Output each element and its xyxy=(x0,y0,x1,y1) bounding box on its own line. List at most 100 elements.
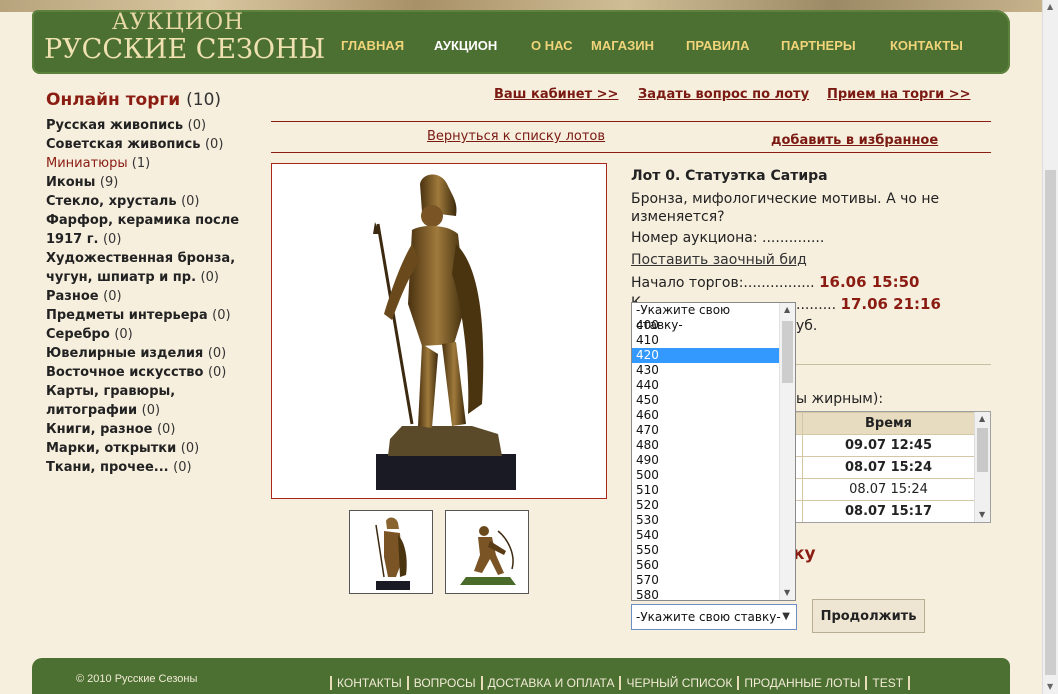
nav-rules[interactable]: ПРАВИЛА xyxy=(686,38,750,53)
sidebar-category-item[interactable]: Художественная бронза, чугун, шпиатр и п… xyxy=(46,249,256,287)
sidebar-category-label[interactable]: Разное xyxy=(46,289,99,304)
sidebar-category-item[interactable]: Стекло, хрусталь (0) xyxy=(46,192,256,211)
sidebar-category-item[interactable]: Марки, открытки (0) xyxy=(46,439,256,458)
page-scroll-down-icon[interactable]: ▼ xyxy=(1047,682,1053,691)
bid-option[interactable]: 510 xyxy=(632,483,780,498)
sidebar-category-label[interactable]: Предметы интерьера xyxy=(46,308,208,323)
absentee-bid-link[interactable]: Поставить заочный бид xyxy=(631,252,807,268)
sidebar-category-item[interactable]: Карты, гравюры, литографии (0) xyxy=(46,382,256,420)
dropdown-scroll-down-icon[interactable]: ▼ xyxy=(784,588,790,597)
cabinet-link[interactable]: Ваш кабинет >> xyxy=(494,87,618,102)
logo-top-text[interactable]: АУКЦИОН xyxy=(112,10,244,35)
sidebar-category-item[interactable]: Советская живопись (0) xyxy=(46,135,256,154)
scroll-up-icon[interactable]: ▲ xyxy=(979,414,985,423)
bid-time: 08.07 15:24 xyxy=(802,456,975,479)
sidebar-category-item[interactable]: Предметы интерьера (0) xyxy=(46,306,256,325)
sidebar-category-count: (0) xyxy=(141,403,161,418)
sidebar-category-item[interactable]: Русская живопись (0) xyxy=(46,116,256,135)
sidebar-category-label[interactable]: Советская живопись xyxy=(46,137,200,152)
nav-shop[interactable]: МАГАЗИН xyxy=(591,38,654,53)
bid-option[interactable]: 500 xyxy=(632,468,780,483)
sidebar-category-item[interactable]: Иконы (9) xyxy=(46,173,256,192)
back-to-lots-link[interactable]: Вернуться к списку лотов xyxy=(427,129,605,144)
bid-scroll-thumb[interactable] xyxy=(977,428,988,472)
dropdown-scroll-up-icon[interactable]: ▲ xyxy=(784,305,790,314)
nav-auction[interactable]: АУКЦИОН xyxy=(434,38,497,53)
nav-home[interactable]: ГЛАВНАЯ xyxy=(341,38,404,53)
divider-bottom xyxy=(271,152,991,153)
lot-main-image[interactable] xyxy=(271,163,607,499)
sidebar-category-item[interactable]: Разное (0) xyxy=(46,287,256,306)
nav-about[interactable]: О НАС xyxy=(531,38,573,53)
bid-option[interactable]: 530 xyxy=(632,513,780,528)
sidebar-category-item[interactable]: Миниатюры (1) xyxy=(46,154,256,173)
sidebar-category-count: (0) xyxy=(156,422,176,437)
bid-option[interactable]: 520 xyxy=(632,498,780,513)
footer-link-delivery[interactable]: ДОСТАВКА И ОПЛАТА xyxy=(480,676,620,690)
sidebar-category-count: (0) xyxy=(212,308,231,323)
sidebar-category-label[interactable]: Миниатюры xyxy=(46,156,128,171)
sidebar-category-label[interactable]: Стекло, хрусталь xyxy=(46,194,177,209)
page-scroll-thumb[interactable] xyxy=(1045,170,1056,675)
bid-option[interactable]: 450 xyxy=(632,393,780,408)
lot-title: Лот 0. Статуэтка Сатира xyxy=(631,168,828,184)
scroll-down-icon[interactable]: ▼ xyxy=(979,510,985,519)
bid-table-scrollbar[interactable]: ▲ ▼ xyxy=(974,412,990,522)
bid-option[interactable]: 570 xyxy=(632,573,780,588)
bid-option[interactable]: 430 xyxy=(632,363,780,378)
lot-thumbnail-2[interactable] xyxy=(445,510,529,594)
bid-option[interactable]: 560 xyxy=(632,558,780,573)
bid-option[interactable]: -Укажите свою ставку- xyxy=(632,303,780,332)
bid-option[interactable]: 470 xyxy=(632,423,780,438)
sidebar-category-label[interactable]: Книги, разное xyxy=(46,422,152,437)
lot-thumbnail-1[interactable] xyxy=(349,510,433,594)
bid-option[interactable]: 410 xyxy=(632,333,780,348)
sidebar-category-item[interactable]: Книги, разное (0) xyxy=(46,420,256,439)
bid-option[interactable]: 400 xyxy=(632,318,780,333)
sidebar-category-label[interactable]: Ткани, прочее... xyxy=(46,460,169,475)
sidebar-category-label[interactable]: Серебро xyxy=(46,327,110,342)
footer-link-questions[interactable]: ВОПРОСЫ xyxy=(406,676,481,690)
footer-link-sold[interactable]: ПРОДАННЫЕ ЛОТЫ xyxy=(737,676,866,690)
continue-button[interactable]: Продолжить xyxy=(812,599,925,633)
sidebar-title: Онлайн торги (10) xyxy=(46,90,221,110)
sidebar-category-item[interactable]: Восточное искусство (0) xyxy=(46,363,256,382)
sidebar-category-label[interactable]: Восточное искусство xyxy=(46,365,203,380)
copyright-text: © 2010 Русские Сезоны xyxy=(76,673,198,685)
sidebar-category-item[interactable]: Фарфор, керамика после 1917 г. (0) xyxy=(46,211,256,249)
sidebar-category-label[interactable]: Фарфор, керамика после 1917 г. xyxy=(46,213,239,247)
start-time-value: 16.06 15:50 xyxy=(819,273,920,291)
bid-option[interactable]: 580 xyxy=(632,588,780,600)
bid-dropdown-list[interactable]: -Укажите свою ставку- 400 410 420 430 440 450 4… xyxy=(631,302,796,601)
bid-option[interactable]: 480 xyxy=(632,438,780,453)
add-favorite-link[interactable]: добавить в избранное xyxy=(771,133,938,148)
sidebar-category-label[interactable]: Русская живопись xyxy=(46,118,183,133)
bid-select[interactable]: -Укажите свою ставку- ▼ xyxy=(631,604,797,630)
submit-lot-link[interactable]: Прием на торги >> xyxy=(827,87,971,102)
sidebar-category-item[interactable]: Ювелирные изделия (0) xyxy=(46,344,256,363)
dropdown-scrollbar[interactable]: ▲ ▼ xyxy=(779,303,795,600)
bid-option[interactable]: 440 xyxy=(632,378,780,393)
page-scrollbar[interactable]: ▲ ▼ xyxy=(1042,0,1058,694)
sidebar-category-label[interactable]: Марки, открытки xyxy=(46,441,176,456)
end-time-rest: ......... 17.06 21:16 xyxy=(796,295,941,313)
footer-link-contacts[interactable]: КОНТАКТЫ xyxy=(330,676,407,690)
footer-link-test[interactable]: TEST xyxy=(865,676,911,690)
page-scroll-up-icon[interactable]: ▲ xyxy=(1047,2,1053,11)
footer-link-blacklist[interactable]: ЧЕРНЫЙ СПИСОК xyxy=(619,676,738,690)
bid-time: 08.07 15:24 xyxy=(802,478,975,501)
sidebar-category-item[interactable]: Ткани, прочее... (0) xyxy=(46,458,256,477)
bid-option[interactable]: 550 xyxy=(632,543,780,558)
nav-partners[interactable]: ПАРТНЕРЫ xyxy=(781,38,856,53)
dropdown-scroll-thumb[interactable] xyxy=(782,321,793,383)
sidebar-category-item[interactable]: Серебро (0) xyxy=(46,325,256,344)
ask-question-link[interactable]: Задать вопрос по лоту xyxy=(638,87,809,102)
bid-option[interactable]: 420 xyxy=(632,348,780,363)
bid-option[interactable]: 490 xyxy=(632,453,780,468)
nav-contacts[interactable]: КОНТАКТЫ xyxy=(890,38,963,53)
sidebar-category-label[interactable]: Иконы xyxy=(46,175,95,190)
sidebar-category-label[interactable]: Ювелирные изделия xyxy=(46,346,203,361)
chevron-down-icon[interactable]: ▼ xyxy=(782,611,790,622)
bid-option[interactable]: 540 xyxy=(632,528,780,543)
bid-option[interactable]: 460 xyxy=(632,408,780,423)
